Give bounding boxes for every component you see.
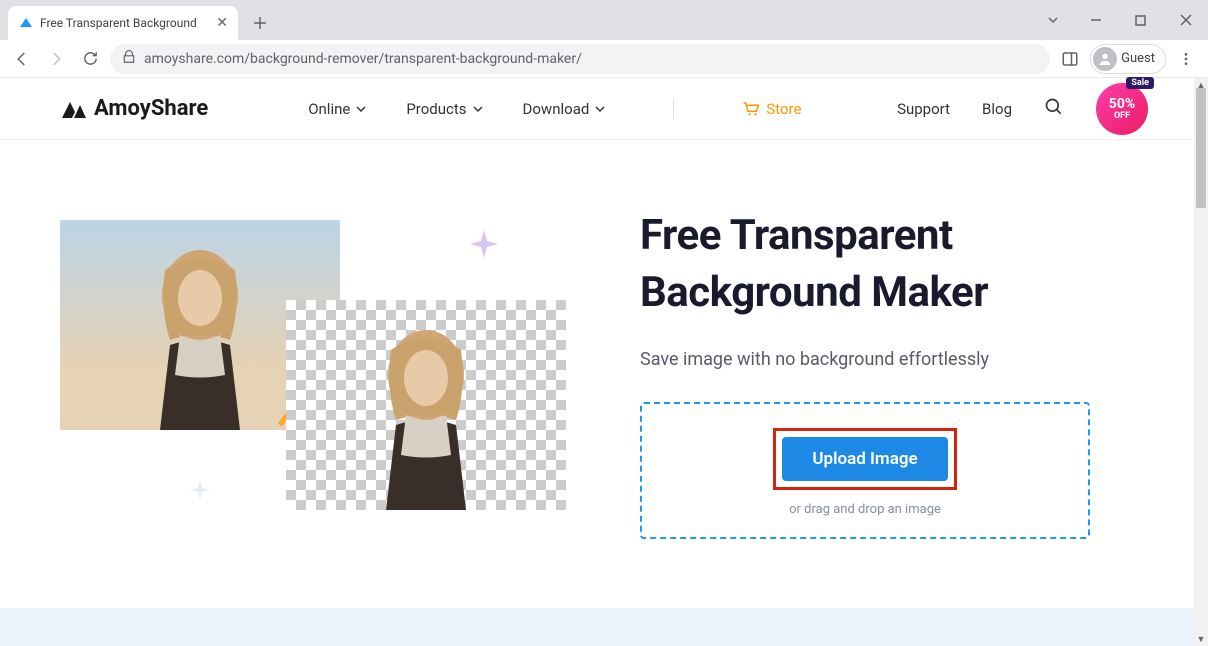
footer-band (0, 608, 1208, 646)
drag-hint-text: or drag and drop an image (789, 502, 941, 517)
chevron-down-icon (473, 104, 483, 114)
scrollbar-thumb[interactable] (1196, 88, 1206, 208)
sparkle-icon (190, 480, 210, 500)
page-subtitle: Save image with no background effortless… (640, 349, 1148, 370)
nav-download[interactable]: Download (523, 100, 606, 118)
main-nav: Online Products Download Store (308, 99, 801, 119)
search-icon[interactable] (1044, 97, 1064, 121)
browser-toolbar: amoyshare.com/background-remover/transpa… (0, 40, 1208, 78)
title-line-1: Free Transparent (640, 211, 953, 260)
hero-graphic (60, 200, 580, 646)
browser-reload-button[interactable] (76, 45, 104, 73)
upload-highlight-box: Upload Image (773, 428, 956, 490)
tab-title: Free Transparent Background (40, 16, 210, 30)
upload-image-button[interactable]: Upload Image (782, 437, 947, 481)
site-logo[interactable]: AmoyShare (60, 96, 208, 121)
nav-online[interactable]: Online (308, 100, 366, 118)
nav-products[interactable]: Products (406, 100, 482, 118)
browser-menu-icon[interactable] (1172, 45, 1200, 73)
sale-off: OFF (1114, 111, 1130, 121)
hero-text: Free Transparent Background Maker Save i… (640, 200, 1148, 646)
logo-text: AmoyShare (94, 96, 208, 121)
window-close-button[interactable] (1163, 0, 1208, 40)
page-title: Free Transparent Background Maker (640, 208, 1148, 321)
browser-tab[interactable]: Free Transparent Background ✕ (8, 6, 238, 40)
window-minimize-button[interactable] (1073, 0, 1118, 40)
person-silhouette (351, 320, 501, 510)
tabs-dropdown-icon[interactable] (1033, 0, 1073, 40)
nav-blog[interactable]: Blog (982, 100, 1012, 118)
address-url: amoyshare.com/background-remover/transpa… (144, 51, 582, 67)
lock-icon (122, 49, 136, 68)
sale-badge[interactable]: Sale 50% OFF (1096, 83, 1148, 135)
person-silhouette (125, 240, 275, 430)
side-panel-icon[interactable] (1056, 45, 1084, 73)
tab-favicon (18, 15, 34, 31)
browser-forward-button[interactable] (42, 45, 70, 73)
right-nav: Support Blog Sale 50% OFF (897, 83, 1148, 135)
tab-close-icon[interactable]: ✕ (216, 15, 228, 31)
nav-support[interactable]: Support (897, 100, 950, 118)
title-line-2: Background Maker (640, 268, 988, 317)
sale-percent: 50% (1109, 97, 1135, 111)
browser-back-button[interactable] (8, 45, 36, 73)
scroll-down-icon[interactable]: ▼ (1194, 632, 1208, 646)
nav-label: Blog (982, 100, 1012, 118)
chevron-down-icon (356, 104, 366, 114)
main-content: Free Transparent Background Maker Save i… (0, 140, 1208, 646)
nav-label: Products (406, 100, 466, 118)
logo-icon (60, 98, 88, 120)
browser-tab-strip: Free Transparent Background ✕ (0, 0, 1208, 40)
window-controls (1033, 0, 1208, 40)
profile-chip[interactable]: Guest (1090, 44, 1166, 74)
transparent-image (286, 300, 566, 510)
avatar-icon (1093, 47, 1117, 71)
sale-tag: Sale (1126, 77, 1154, 89)
profile-label: Guest (1121, 51, 1155, 66)
url-host: amoyshare.com (144, 51, 244, 67)
chevron-down-icon (595, 104, 605, 114)
cart-icon (742, 101, 760, 117)
store-label: Store (766, 100, 801, 118)
upload-drop-zone[interactable]: Upload Image or drag and drop an image (640, 402, 1090, 539)
vertical-scrollbar[interactable]: ▲ ▼ (1194, 78, 1208, 646)
nav-divider (673, 99, 674, 119)
nav-label: Online (308, 100, 350, 118)
nav-store[interactable]: Store (742, 100, 801, 118)
site-header: AmoyShare Online Products Download Store… (0, 78, 1208, 140)
nav-label: Download (523, 100, 590, 118)
sparkle-icon (470, 230, 498, 258)
window-maximize-button[interactable] (1118, 0, 1163, 40)
new-tab-button[interactable] (246, 9, 274, 37)
nav-label: Support (897, 100, 950, 118)
url-path: /background-remover/transparent-backgrou… (244, 51, 582, 67)
address-bar[interactable]: amoyshare.com/background-remover/transpa… (110, 44, 1050, 74)
